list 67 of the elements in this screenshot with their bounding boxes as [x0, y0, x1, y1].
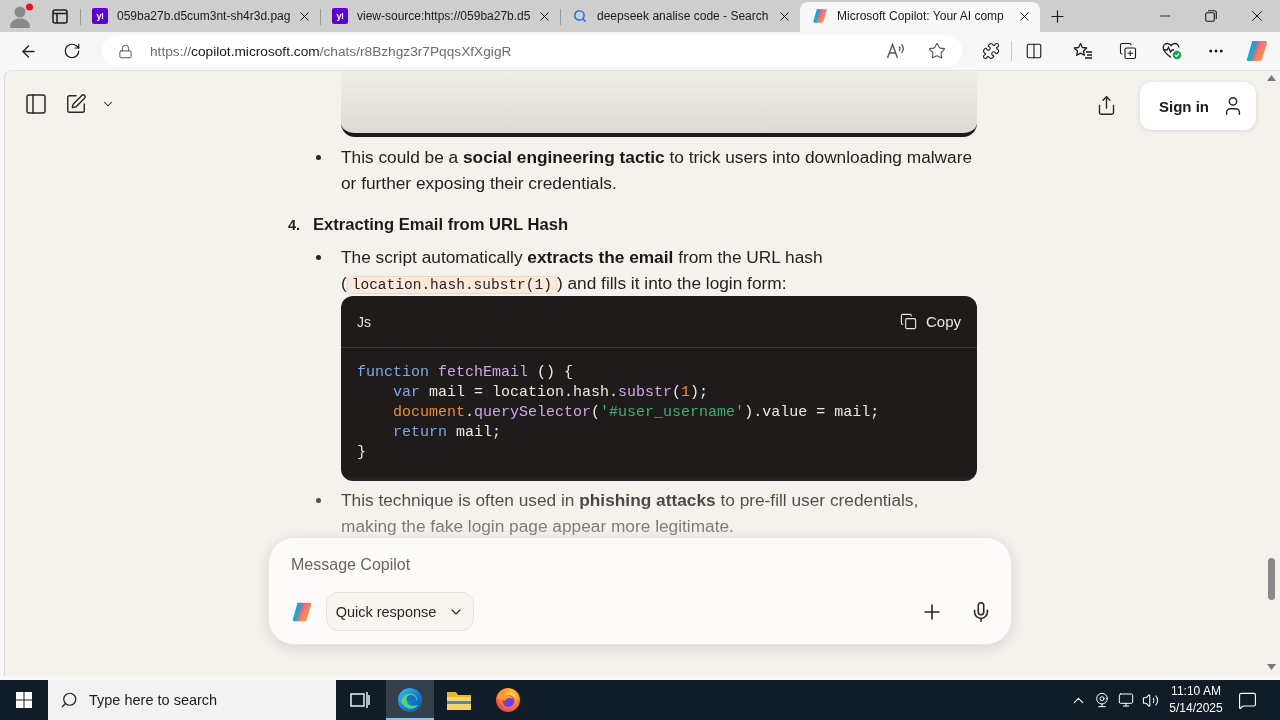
bullet-icon	[316, 255, 321, 260]
list-item-text: This could be a social engineering tactic to trick users into downloading malware or further exposing their credentials.	[341, 146, 974, 195]
code-line: }	[357, 443, 366, 463]
browser-tab[interactable]: y! 059ba27b.d5cum3nt-sh4r3d.pag	[80, 2, 320, 32]
site-logo: y!	[92, 8, 108, 24]
code-language-label: Js	[357, 313, 371, 330]
scroll-down-icon[interactable]	[1266, 664, 1276, 670]
search-icon	[573, 9, 587, 23]
collections-icon[interactable]	[1119, 42, 1137, 60]
scroll-up-icon[interactable]	[1266, 75, 1276, 81]
notifications-icon[interactable]	[1237, 690, 1257, 710]
browser-tab[interactable]: y! view-source:https://059ba27b.d5	[320, 2, 560, 32]
app-logo-icon	[812, 8, 828, 24]
profile-avatar-icon[interactable]	[8, 3, 36, 29]
sidebar-icon[interactable]	[24, 92, 48, 116]
bullet-icon	[316, 498, 321, 503]
code-line: function fetchEmail () {	[357, 363, 574, 383]
heart-pulse-icon[interactable]	[1162, 42, 1182, 60]
list-item-text: The script automatically extracts the email from the URL hash ( location.hash.substr(1) ) and fills it into the login form:	[341, 246, 824, 296]
search-icon	[60, 691, 78, 709]
taskbar-search-field[interactable]: Type here to search	[48, 680, 336, 720]
site-logo: y!	[332, 8, 348, 24]
browser-logo-icon[interactable]	[397, 687, 423, 713]
refresh-icon[interactable]	[63, 42, 81, 60]
restore-icon[interactable]	[1205, 10, 1217, 22]
sign-in-button[interactable]: Sign in	[1140, 82, 1256, 130]
section-heading: Extracting Email from URL Hash	[313, 214, 570, 236]
message-input[interactable]: Message Copilot	[291, 552, 891, 578]
tab-title: view-source:https://059ba27b.d5	[357, 9, 528, 23]
taskbar-app-button[interactable]	[386, 680, 434, 720]
folder-icon[interactable]	[446, 689, 472, 711]
code-line: return mail;	[392, 423, 502, 443]
response-mode-dropdown[interactable]: Quick response	[326, 592, 474, 631]
extensions-icon[interactable]	[982, 42, 1000, 60]
tab-title: deepseek analise code - Search	[597, 9, 768, 23]
bullet-icon	[316, 155, 321, 160]
network-icon[interactable]	[1118, 692, 1134, 708]
clock-date: 5/14/2025	[1169, 700, 1223, 717]
share-icon[interactable]	[1096, 95, 1117, 116]
start-icon[interactable]	[16, 692, 32, 708]
favorite-star-icon[interactable]	[928, 42, 946, 60]
address-bar[interactable]: https://copilot.microsoft.com/chats/r8Bzhgz3r7PqqsXfXgigR	[102, 35, 962, 67]
split-screen-icon[interactable]	[1025, 42, 1043, 60]
browser-logo-icon[interactable]	[495, 687, 521, 713]
copy-button[interactable]: Copy	[899, 305, 961, 338]
copy-icon	[899, 313, 917, 330]
list-item-text: This technique is often used in phishing attacks to pre-fill user credentials, making the fake login page appear more legitimate.	[341, 489, 920, 538]
tab-title: 059ba27b.d5cum3nt-sh4r3d.pag	[117, 9, 288, 23]
favorites-icon[interactable]	[1073, 42, 1093, 60]
clock-time: 11:10 AM	[1171, 683, 1221, 700]
tab-title: Microsoft Copilot: Your AI comp	[837, 9, 1005, 23]
scrollbar-thumb[interactable]	[1267, 558, 1275, 600]
list-number: 4.	[288, 216, 302, 235]
webcam-icon[interactable]	[1094, 692, 1110, 708]
read-aloud-icon[interactable]	[886, 42, 906, 60]
app-logo-icon	[291, 600, 313, 623]
code-line: var mail = location.hash.substr(1);	[392, 383, 709, 403]
new-chat-icon[interactable]	[65, 93, 87, 115]
tab-actions-icon[interactable]	[52, 8, 68, 24]
app-logo-icon[interactable]	[1245, 39, 1269, 63]
volume-icon[interactable]	[1141, 691, 1159, 709]
browser-tab[interactable]: deepseek analise code - Search	[560, 2, 800, 32]
url-text: https://copilot.microsoft.com/chats/r8Bzhgz3r7PqqsXfXgigR	[150, 43, 513, 59]
lock-icon	[118, 43, 133, 59]
browser-tab[interactable]: Microsoft Copilot: Your AI comp	[800, 2, 1040, 32]
code-line: document.querySelector('#user_username').value = mail;	[392, 403, 880, 423]
task-view-icon[interactable]	[350, 691, 370, 709]
